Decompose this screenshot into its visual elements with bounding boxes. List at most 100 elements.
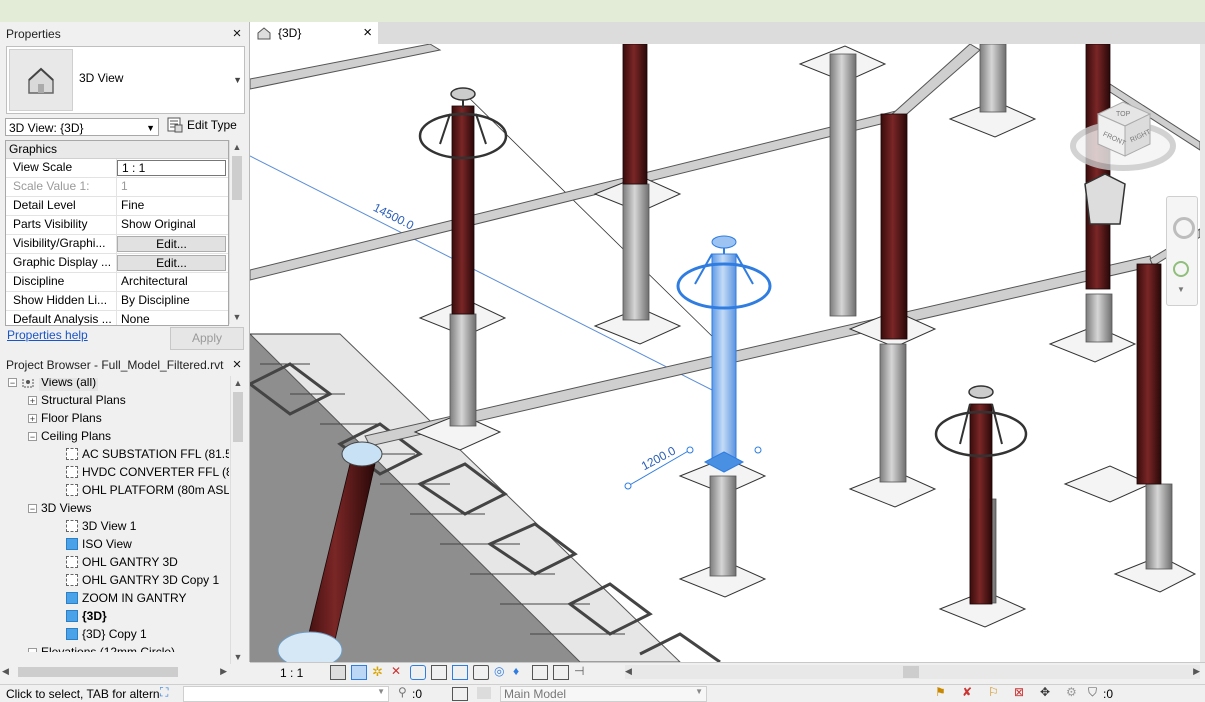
- tree-item[interactable]: 3D View 1: [66, 517, 136, 535]
- view-instance-select[interactable]: 3D View: {3D} ▼: [5, 118, 159, 136]
- section-graphics[interactable]: Graphics: [6, 141, 228, 159]
- analysis-icon[interactable]: [553, 665, 569, 680]
- select-icon[interactable]: ⛶: [160, 685, 168, 700]
- tree-item[interactable]: AC SUBSTATION FFL (81.5n: [66, 445, 229, 463]
- tree-item[interactable]: {3D} Copy 1: [66, 625, 147, 643]
- tree-group-label: Ceiling Plans: [41, 429, 112, 443]
- link-icon[interactable]: ⚑: [935, 685, 946, 699]
- browser-hscrollbar[interactable]: ◀ ▶: [0, 664, 229, 680]
- view-scale-input[interactable]: 1 : 1: [117, 160, 226, 176]
- vg-edit-button[interactable]: Edit...: [117, 236, 226, 252]
- model-canvas[interactable]: 14500.0 1200.0: [250, 44, 1200, 662]
- tree-group[interactable]: + Structural Plans: [28, 391, 126, 409]
- scroll-down-icon[interactable]: ▼: [230, 310, 244, 324]
- editable-icon[interactable]: ⚲: [398, 685, 407, 699]
- tree-group[interactable]: − Ceiling Plans: [28, 427, 111, 445]
- apply-button[interactable]: Apply: [170, 327, 244, 350]
- prop-label: Parts Visibility: [6, 216, 117, 234]
- prop-label: Scale Value 1:: [6, 178, 117, 196]
- tree-item[interactable]: ISO View: [66, 535, 132, 553]
- collapse-icon[interactable]: −: [28, 503, 37, 513]
- view-cube[interactable]: TOP FRONT RIGHT: [1068, 94, 1178, 184]
- background-process-icon[interactable]: ⚙: [1066, 685, 1077, 699]
- properties-scrollbar[interactable]: ▲ ▼: [229, 140, 244, 324]
- project-browser-title: Project Browser - Full_Model_Filtered.rv…: [6, 358, 224, 372]
- prop-row: Graphic Display ... Edit...: [6, 254, 228, 273]
- pinned-icon[interactable]: ⚐: [988, 685, 999, 699]
- sun-path-icon[interactable]: ✲: [372, 665, 386, 678]
- viewport-vscrollbar[interactable]: [1200, 44, 1205, 662]
- temporary-hide-icon[interactable]: ◎: [494, 665, 508, 678]
- tab-label: {3D}: [278, 26, 302, 40]
- lock-view-icon[interactable]: [473, 665, 489, 680]
- collapse-icon[interactable]: −: [28, 647, 37, 652]
- prop-value[interactable]: Architectural: [117, 273, 228, 291]
- worksharing-icon[interactable]: [532, 665, 548, 680]
- 3d-viewport[interactable]: 14500.0 1200.0 TOP FRONT RIGHT ▼: [250, 44, 1200, 662]
- visual-style-icon[interactable]: [351, 665, 367, 680]
- show-crop-icon[interactable]: [452, 665, 468, 680]
- properties-close-icon[interactable]: ×: [230, 26, 244, 41]
- tree-group[interactable]: −3D Views: [28, 499, 91, 517]
- chevron-down-icon[interactable]: ▼: [1177, 285, 1185, 294]
- tree-group[interactable]: −Elevations (12mm Circle): [28, 643, 175, 652]
- scroll-right-icon[interactable]: ▶: [1193, 666, 1200, 677]
- tree-item[interactable]: OHL GANTRY 3D Copy 1: [66, 571, 219, 589]
- scroll-thumb[interactable]: [233, 392, 243, 442]
- constraints-icon[interactable]: ⊣: [574, 665, 588, 678]
- edit-type-button[interactable]: Edit Type: [167, 117, 237, 133]
- prop-value[interactable]: Fine: [117, 197, 228, 215]
- scroll-thumb[interactable]: [232, 156, 242, 200]
- steering-wheel-icon[interactable]: [1173, 217, 1195, 239]
- viewport-hscrollbar[interactable]: ◀ ▶: [625, 665, 1200, 679]
- tree-item[interactable]: HVDC CONVERTER FFL (83.: [66, 463, 229, 481]
- chevron-down-icon[interactable]: ▼: [233, 75, 242, 85]
- scroll-thumb[interactable]: [903, 666, 919, 678]
- type-selector[interactable]: 3D View ▼: [6, 46, 245, 114]
- tab-3d[interactable]: {3D} ×: [250, 22, 378, 44]
- drag-icon[interactable]: ✥: [1040, 685, 1050, 699]
- prop-row: Show Hidden Li... By Discipline: [6, 292, 228, 311]
- select-face-icon[interactable]: ⊠: [1014, 685, 1024, 699]
- scroll-up-icon[interactable]: ▲: [230, 140, 244, 154]
- prop-value[interactable]: None: [117, 311, 228, 325]
- view-instance-value: 3D View: {3D}: [9, 121, 84, 135]
- scroll-down-icon[interactable]: ▼: [231, 650, 245, 664]
- scroll-thumb[interactable]: [18, 667, 178, 677]
- browser-close-icon[interactable]: ×: [230, 357, 244, 372]
- render-icon[interactable]: [410, 665, 426, 680]
- tree-item-label: ISO View: [82, 537, 132, 551]
- underlay-icon[interactable]: ✘: [962, 685, 972, 699]
- prop-value[interactable]: By Discipline: [117, 292, 228, 310]
- tree-item[interactable]: OHL PLATFORM (80m ASL: [66, 481, 229, 499]
- scroll-left-icon[interactable]: ◀: [625, 666, 632, 677]
- prop-row: Parts Visibility Show Original: [6, 216, 228, 235]
- collapse-icon[interactable]: −: [28, 431, 37, 441]
- graphic-display-edit-button[interactable]: Edit...: [117, 255, 226, 271]
- tree-item[interactable]: ZOOM IN GANTRY: [66, 589, 186, 607]
- prop-value[interactable]: Show Original: [117, 216, 228, 234]
- design-options-toggle[interactable]: [477, 687, 491, 699]
- reveal-hidden-icon[interactable]: ♦: [513, 665, 527, 678]
- filter-icon[interactable]: ⛉: [1088, 685, 1097, 700]
- tree-item-active[interactable]: {3D}: [66, 607, 107, 625]
- dimension-long[interactable]: 14500.0: [371, 200, 416, 232]
- scroll-left-icon[interactable]: ◀: [2, 666, 9, 677]
- shadows-icon[interactable]: ✕: [391, 665, 405, 678]
- design-options-icon[interactable]: [452, 687, 468, 701]
- tree-item[interactable]: OHL GANTRY 3D: [66, 553, 178, 571]
- properties-help-link[interactable]: Properties help: [7, 328, 88, 342]
- zoom-icon[interactable]: [1173, 261, 1189, 277]
- detail-level-icon[interactable]: [330, 665, 346, 680]
- scroll-up-icon[interactable]: ▲: [231, 376, 245, 390]
- tab-close-icon[interactable]: ×: [363, 24, 372, 41]
- collapse-icon[interactable]: −: [8, 378, 17, 387]
- expand-icon[interactable]: +: [28, 395, 37, 405]
- browser-scrollbar[interactable]: ▲ ▼: [230, 376, 245, 664]
- tree-group[interactable]: + Floor Plans: [28, 409, 102, 427]
- expand-icon[interactable]: +: [28, 413, 37, 423]
- scroll-right-icon[interactable]: ▶: [220, 666, 227, 677]
- scale-label[interactable]: 1 : 1: [280, 666, 303, 680]
- crop-view-icon[interactable]: [431, 665, 447, 680]
- tree-root[interactable]: − Views (all): [8, 378, 99, 391]
